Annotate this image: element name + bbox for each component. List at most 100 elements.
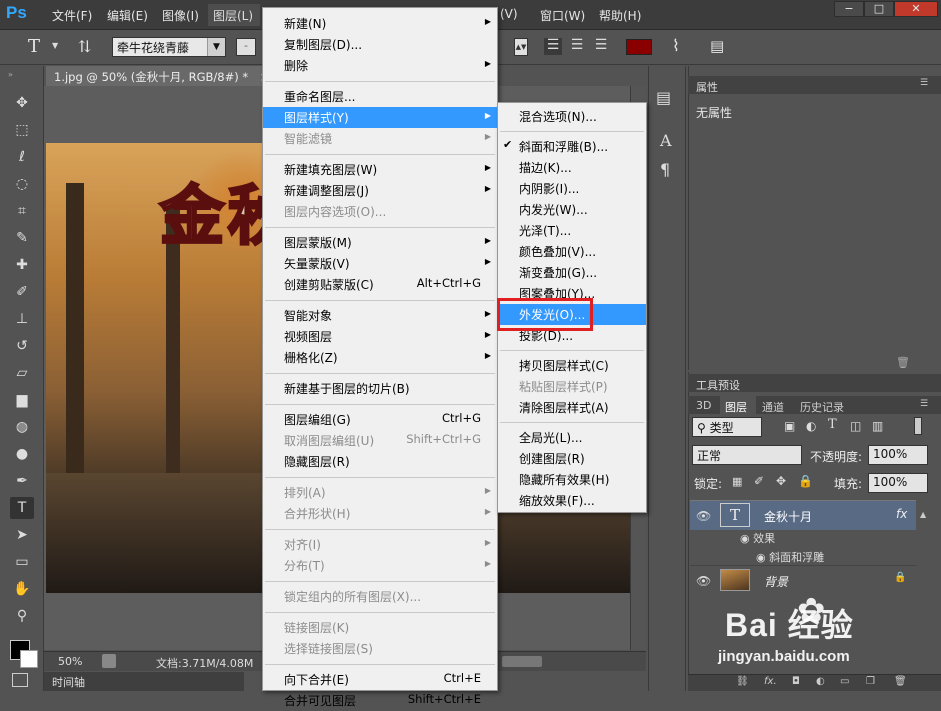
eye-icon[interactable]: 👁 <box>696 574 711 588</box>
menu-item[interactable]: 内阴影(I)... <box>498 178 646 199</box>
menu-item[interactable]: 清除图层样式(A) <box>498 397 646 418</box>
marquee-icon[interactable]: ⬚ <box>10 119 34 141</box>
filter-shape-icon[interactable]: ◫ <box>850 419 861 433</box>
tab-layers[interactable]: 图层 <box>725 399 747 415</box>
trash-icon[interactable]: 🗑 <box>894 676 907 687</box>
menu-layer[interactable]: 图层(L) <box>208 4 260 26</box>
blend-mode-select[interactable]: 正常 <box>692 445 802 465</box>
menu-item[interactable]: 复制图层(D)... <box>263 34 497 55</box>
menu-help[interactable]: 帮助(H) <box>599 7 641 24</box>
collapse-panel-icon[interactable]: » <box>8 70 13 79</box>
menu-item[interactable]: 描边(K)... <box>498 157 646 178</box>
tab-history[interactable]: 历史记录 <box>800 399 844 415</box>
filter-type-icon[interactable]: T <box>828 417 837 432</box>
blur-icon[interactable]: ◍ <box>10 416 34 438</box>
menu-file[interactable]: 文件(F) <box>52 7 92 24</box>
menu-edit[interactable]: 编辑(E) <box>107 7 148 24</box>
opacity-input[interactable]: 100% <box>868 445 928 465</box>
menu-window[interactable]: 窗口(W) <box>540 7 585 24</box>
lock-pixels-icon[interactable]: ✐ <box>754 474 764 488</box>
quick-mask-icon[interactable] <box>12 673 28 687</box>
menu-item[interactable]: 合并可见图层 Shift+Ctrl+E <box>263 690 497 711</box>
align-left-icon[interactable]: ☰ <box>544 38 562 55</box>
menu-item[interactable]: 全局光(L)... <box>498 427 646 448</box>
paragraph-icon[interactable]: ¶ <box>660 160 670 179</box>
move-icon[interactable]: ✥ <box>10 92 34 114</box>
lock-position-icon[interactable]: ✥ <box>776 474 786 488</box>
fill-input[interactable]: 100% <box>868 473 928 493</box>
align-right-icon[interactable]: ☰ <box>592 38 610 55</box>
menu-item[interactable]: 图层蒙版(M) ▶ <box>263 232 497 253</box>
menu-item[interactable]: 渐变叠加(G)... <box>498 262 646 283</box>
toggle-orientation-icon[interactable]: ⇅ <box>78 37 91 56</box>
menu-item[interactable]: 矢量蒙版(V) ▶ <box>263 253 497 274</box>
menu-item[interactable]: 缩放效果(F)... <box>498 490 646 511</box>
preset-dropdown-arrow-icon[interactable]: ▼ <box>52 41 58 50</box>
fx-icon[interactable]: fx <box>896 507 907 521</box>
menu-item[interactable]: 删除 ▶ <box>263 55 497 76</box>
fx-add-icon[interactable]: fx. <box>764 676 777 687</box>
menu-item[interactable]: 向下合并(E) Ctrl+E <box>263 669 497 690</box>
menu-item[interactable]: 创建剪贴蒙版(C) Alt+Ctrl+G <box>263 274 497 295</box>
font-style-select[interactable]: - <box>236 38 256 56</box>
menu-item[interactable]: 隐藏所有效果(H) <box>498 469 646 490</box>
zoom-icon[interactable]: ⚲ <box>10 605 34 627</box>
minimize-button[interactable]: − <box>834 1 864 17</box>
filter-image-icon[interactable]: ▣ <box>784 419 795 433</box>
eraser-icon[interactable]: ▱ <box>10 362 34 384</box>
properties-title[interactable]: 属性 <box>696 79 718 95</box>
antialias-dropdown[interactable]: ▲▼ <box>514 38 528 56</box>
stamp-icon[interactable]: ⊥ <box>10 308 34 330</box>
tab-3d[interactable]: 3D <box>696 399 711 412</box>
hand-icon[interactable]: ✋ <box>10 578 34 600</box>
type-tool-preset-icon[interactable]: T <box>28 36 40 57</box>
menu-item[interactable]: 智能对象 ▶ <box>263 305 497 326</box>
eye-icon[interactable]: ◉ <box>756 551 766 564</box>
crop-icon[interactable]: ⌗ <box>10 200 34 222</box>
brush-icon[interactable]: ✐ <box>10 281 34 303</box>
menu-item[interactable]: 创建图层(R) <box>498 448 646 469</box>
effect-item-row[interactable]: ◉ 斜面和浮雕 <box>756 549 824 565</box>
group-icon[interactable]: ▭ <box>840 676 849 687</box>
path-select-icon[interactable]: ➤ <box>10 524 34 546</box>
menu-item[interactable]: 光泽(T)... <box>498 220 646 241</box>
menu-item[interactable]: 视频图层 ▶ <box>263 326 497 347</box>
align-center-icon[interactable]: ☰ <box>568 38 586 55</box>
horizontal-scrollbar[interactable] <box>502 656 542 667</box>
layer-name[interactable]: 背景 <box>764 573 788 590</box>
menu-view[interactable]: (V) <box>500 7 518 21</box>
share-icon[interactable] <box>102 654 116 668</box>
pen-icon[interactable]: ✒ <box>10 470 34 492</box>
layer-row-text[interactable]: 👁 T 金秋十月 fx <box>690 500 916 530</box>
menu-item[interactable]: 图层编组(G) Ctrl+G <box>263 409 497 430</box>
zoom-level[interactable]: 50% <box>58 655 82 668</box>
character-icon[interactable]: A <box>660 131 672 150</box>
menu-item[interactable]: 图层样式(Y) ▶ <box>263 107 497 128</box>
menu-item[interactable]: 拷贝图层样式(C) <box>498 355 646 376</box>
new-layer-icon[interactable]: ❐ <box>866 676 875 687</box>
menu-item[interactable]: 新建调整图层(J) ▶ <box>263 180 497 201</box>
mask-icon[interactable]: ◘ <box>792 676 800 687</box>
warp-text-icon[interactable]: ⌇ <box>672 36 680 55</box>
link-icon[interactable]: ⛓ <box>736 676 749 687</box>
chevron-up-icon[interactable]: ▲ <box>920 510 926 519</box>
font-family-select[interactable]: 牵牛花绕青藤 ▼ <box>112 37 226 57</box>
filter-smart-icon[interactable]: ▥ <box>872 419 883 433</box>
filter-toggle[interactable] <box>914 417 922 435</box>
effects-row[interactable]: ◉ 效果 <box>740 530 775 546</box>
maximize-button[interactable]: □ <box>864 1 894 17</box>
lock-transparent-icon[interactable]: ▦ <box>732 475 742 488</box>
close-window-button[interactable]: ✕ <box>894 1 938 17</box>
timeline-tab[interactable]: 时间轴 <box>44 672 244 691</box>
menu-item[interactable]: 混合选项(N)... <box>498 106 646 127</box>
eyedropper-icon[interactable]: ✎ <box>10 227 34 249</box>
adjustment-icon[interactable]: ◐ <box>816 676 825 687</box>
menu-item[interactable]: 隐藏图层(R) <box>263 451 497 472</box>
menu-item[interactable]: 新建(N) ▶ <box>263 13 497 34</box>
lock-all-icon[interactable]: 🔒 <box>798 474 813 488</box>
panel-menu-icon[interactable]: ☰ <box>920 78 928 88</box>
dodge-icon[interactable]: ● <box>10 443 34 465</box>
text-color-swatch[interactable] <box>626 39 652 55</box>
tab-channels[interactable]: 通道 <box>762 399 784 415</box>
type-icon[interactable]: T <box>10 497 34 519</box>
